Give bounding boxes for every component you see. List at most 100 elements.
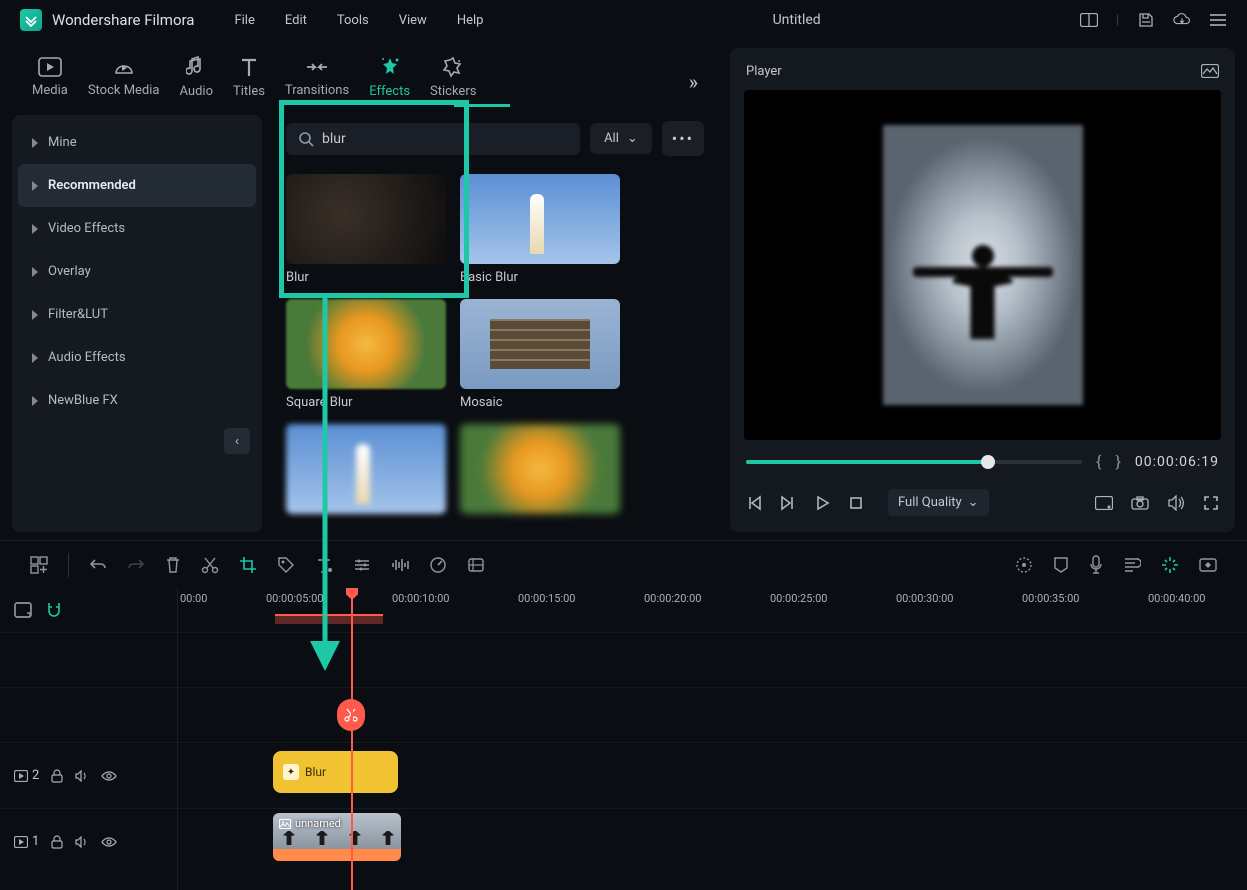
volume-icon[interactable]	[1167, 495, 1185, 511]
play-button[interactable]	[814, 495, 830, 511]
sidebar-item-filter-lut[interactable]: Filter&LUT	[18, 293, 256, 336]
menu-help[interactable]: Help	[457, 13, 484, 28]
effect-clip[interactable]: ✦ Blur	[273, 751, 398, 793]
quality-select[interactable]: Full Quality⌄	[888, 489, 989, 516]
audio-mixer-icon[interactable]	[1123, 557, 1141, 573]
preview-area[interactable]	[744, 90, 1221, 440]
step-back-button[interactable]	[780, 495, 796, 511]
tab-stock-media[interactable]: Stock Media	[88, 57, 160, 106]
search-box[interactable]	[286, 123, 580, 155]
seek-bar[interactable]	[746, 460, 1082, 464]
library-panel: Media Stock Media Audio Titles Transitio…	[0, 40, 730, 540]
menu-file[interactable]: File	[234, 13, 254, 28]
track-lane[interactable]	[178, 687, 1247, 742]
render-icon[interactable]	[1015, 556, 1033, 574]
prev-frame-button[interactable]	[746, 495, 762, 511]
sidebar-item-audio-effects[interactable]: Audio Effects	[18, 336, 256, 379]
equalizer-icon[interactable]	[391, 557, 409, 573]
tag-icon[interactable]	[277, 556, 295, 574]
effect-thumbnail	[460, 299, 620, 389]
track-headers: 2 1	[0, 588, 178, 890]
crop-icon[interactable]	[239, 556, 257, 574]
mark-in-button[interactable]: {	[1096, 452, 1101, 471]
ruler-mark: 00:00:10:00	[392, 592, 449, 605]
effect-card[interactable]	[286, 424, 446, 514]
effect-thumbnail	[460, 174, 620, 264]
visibility-icon[interactable]	[101, 771, 117, 781]
magnet-icon[interactable]	[46, 601, 62, 619]
effects-grid: Blur Basic Blur Square Blur Mosaic	[272, 162, 718, 526]
timeline-layout-icon[interactable]	[14, 602, 32, 618]
mute-icon[interactable]	[75, 770, 89, 782]
cloud-icon[interactable]	[1173, 11, 1191, 29]
effect-card-basic-blur[interactable]: Basic Blur	[460, 174, 620, 285]
ruler-mark: 00:00:25:00	[770, 592, 827, 605]
tab-effects[interactable]: Effects	[369, 56, 410, 107]
sidebar-item-newblue-fx[interactable]: NewBlue FX	[18, 379, 256, 422]
expand-tabs-icon[interactable]: »	[689, 70, 698, 94]
effect-card-blur[interactable]: Blur	[286, 174, 446, 285]
spacer-track-head	[0, 632, 177, 687]
hamburger-icon[interactable]	[1209, 11, 1227, 29]
split-icon[interactable]	[201, 556, 219, 574]
tab-media[interactable]: Media	[32, 57, 68, 106]
color-icon[interactable]	[467, 557, 485, 573]
keyframe-icon[interactable]	[1199, 558, 1217, 572]
effect-card[interactable]	[460, 424, 620, 514]
speed-icon[interactable]	[429, 556, 447, 574]
search-input[interactable]	[322, 131, 568, 147]
timeline-ruler[interactable]: 00:00 00:00:05:00 00:00:10:00 00:00:15:0…	[178, 588, 1247, 632]
sidebar-item-video-effects[interactable]: Video Effects	[18, 207, 256, 250]
tracks-area[interactable]: 00:00 00:00:05:00 00:00:10:00 00:00:15:0…	[178, 588, 1247, 890]
effect-track-lane[interactable]: ✦ Blur	[178, 742, 1247, 808]
player-title: Player	[746, 64, 782, 79]
adjust-icon[interactable]	[353, 558, 371, 572]
delete-icon[interactable]	[165, 556, 181, 574]
video-track-lane[interactable]: unnamed	[178, 808, 1247, 874]
display-settings-icon[interactable]	[1095, 496, 1113, 510]
save-icon[interactable]	[1137, 11, 1155, 29]
track-lane[interactable]	[178, 632, 1247, 687]
tab-transitions[interactable]: Transitions	[285, 57, 349, 106]
more-options-button[interactable]: •••	[662, 121, 704, 156]
tab-stickers[interactable]: Stickers	[430, 56, 476, 107]
undo-icon[interactable]	[89, 558, 107, 572]
app-name: Wondershare Filmora	[52, 11, 194, 29]
lock-icon[interactable]	[51, 835, 63, 849]
auto-reframe-icon[interactable]	[1161, 556, 1179, 574]
stop-button[interactable]	[848, 495, 864, 511]
marker-shield-icon[interactable]	[1053, 556, 1069, 574]
sidebar-item-overlay[interactable]: Overlay	[18, 250, 256, 293]
menu-tools[interactable]: Tools	[337, 13, 369, 28]
scope-icon[interactable]	[1201, 62, 1219, 80]
playhead[interactable]	[351, 588, 353, 890]
mark-out-button[interactable]: }	[1115, 452, 1120, 471]
add-track-icon[interactable]	[30, 556, 48, 574]
video-clip[interactable]: unnamed	[273, 813, 401, 861]
timecode: 00:00:06:19	[1135, 454, 1219, 470]
collapse-sidebar-button[interactable]: ‹	[224, 428, 250, 454]
mute-icon[interactable]	[75, 836, 89, 848]
filter-select[interactable]: All⌄	[590, 123, 652, 154]
voiceover-icon[interactable]	[1089, 555, 1103, 575]
quality-label: Full Quality	[898, 495, 962, 510]
effect-card-mosaic[interactable]: Mosaic	[460, 299, 620, 410]
sidebar-item-mine[interactable]: Mine	[18, 121, 256, 164]
layout-icon[interactable]	[1080, 11, 1098, 29]
player-panel: Player { } 00:00:06:19 Full Quality⌄	[730, 48, 1235, 532]
snapshot-icon[interactable]	[1131, 496, 1149, 510]
redo-icon[interactable]	[127, 558, 145, 572]
text-icon[interactable]	[315, 556, 333, 574]
main-area: Media Stock Media Audio Titles Transitio…	[0, 40, 1247, 540]
menu-edit[interactable]: Edit	[285, 13, 307, 28]
fullscreen-icon[interactable]	[1203, 495, 1219, 511]
tab-titles[interactable]: Titles	[233, 56, 265, 107]
video-track-head: 1	[0, 808, 177, 874]
tab-audio[interactable]: Audio	[180, 56, 213, 107]
app-logo	[20, 9, 42, 31]
visibility-icon[interactable]	[101, 837, 117, 847]
sidebar-item-recommended[interactable]: Recommended	[18, 164, 256, 207]
menu-view[interactable]: View	[399, 13, 427, 28]
lock-icon[interactable]	[51, 769, 63, 783]
effect-card-square-blur[interactable]: Square Blur	[286, 299, 446, 410]
